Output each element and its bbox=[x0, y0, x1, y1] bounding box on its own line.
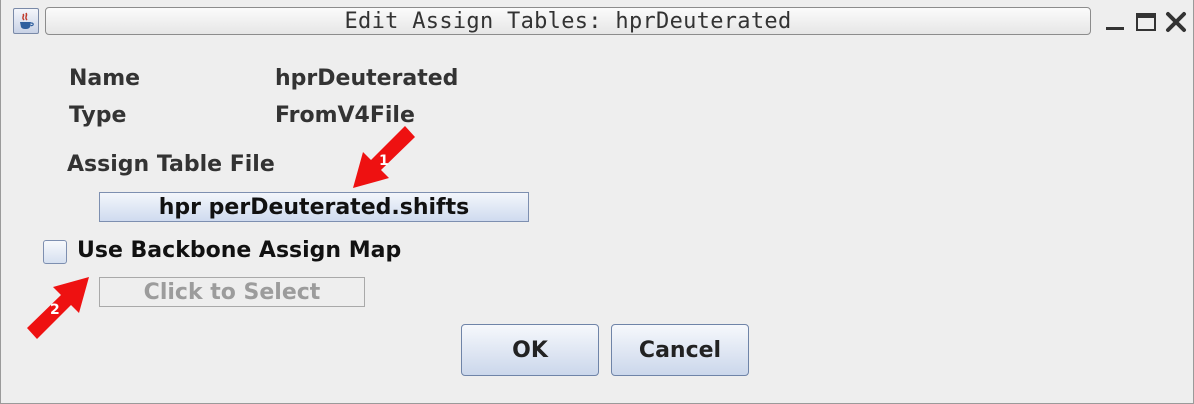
type-value: FromV4File bbox=[275, 103, 415, 128]
name-value: hprDeuterated bbox=[275, 66, 459, 91]
name-label: Name bbox=[69, 66, 141, 91]
title-bar[interactable]: Edit Assign Tables: hprDeuterated bbox=[1, 0, 1193, 44]
minimize-icon[interactable] bbox=[1101, 8, 1129, 36]
annotation-label-1: 1 bbox=[379, 153, 389, 169]
annotation-arrow-1: 1 bbox=[353, 126, 415, 188]
maximize-icon[interactable] bbox=[1132, 8, 1160, 36]
ok-button[interactable]: OK bbox=[461, 324, 599, 376]
annotation-label-2: 2 bbox=[50, 302, 60, 318]
java-app-icon[interactable] bbox=[13, 8, 39, 34]
close-icon[interactable] bbox=[1162, 8, 1190, 36]
window-title: Edit Assign Tables: hprDeuterated bbox=[45, 7, 1091, 35]
backbone-assign-checkbox-label[interactable]: Use Backbone Assign Map bbox=[77, 238, 401, 263]
backbone-assign-checkbox[interactable] bbox=[43, 240, 67, 264]
cancel-button[interactable]: Cancel bbox=[611, 324, 749, 376]
type-label: Type bbox=[69, 103, 127, 128]
assign-table-file-button[interactable]: hpr perDeuterated.shifts bbox=[99, 192, 529, 222]
assign-table-file-label: Assign Table File bbox=[67, 152, 275, 177]
backbone-map-select-button[interactable]: Click to Select bbox=[99, 277, 365, 307]
dialog-window: Edit Assign Tables: hprDeuterated Name h… bbox=[0, 0, 1194, 404]
annotation-arrow-2: 2 bbox=[27, 277, 89, 339]
